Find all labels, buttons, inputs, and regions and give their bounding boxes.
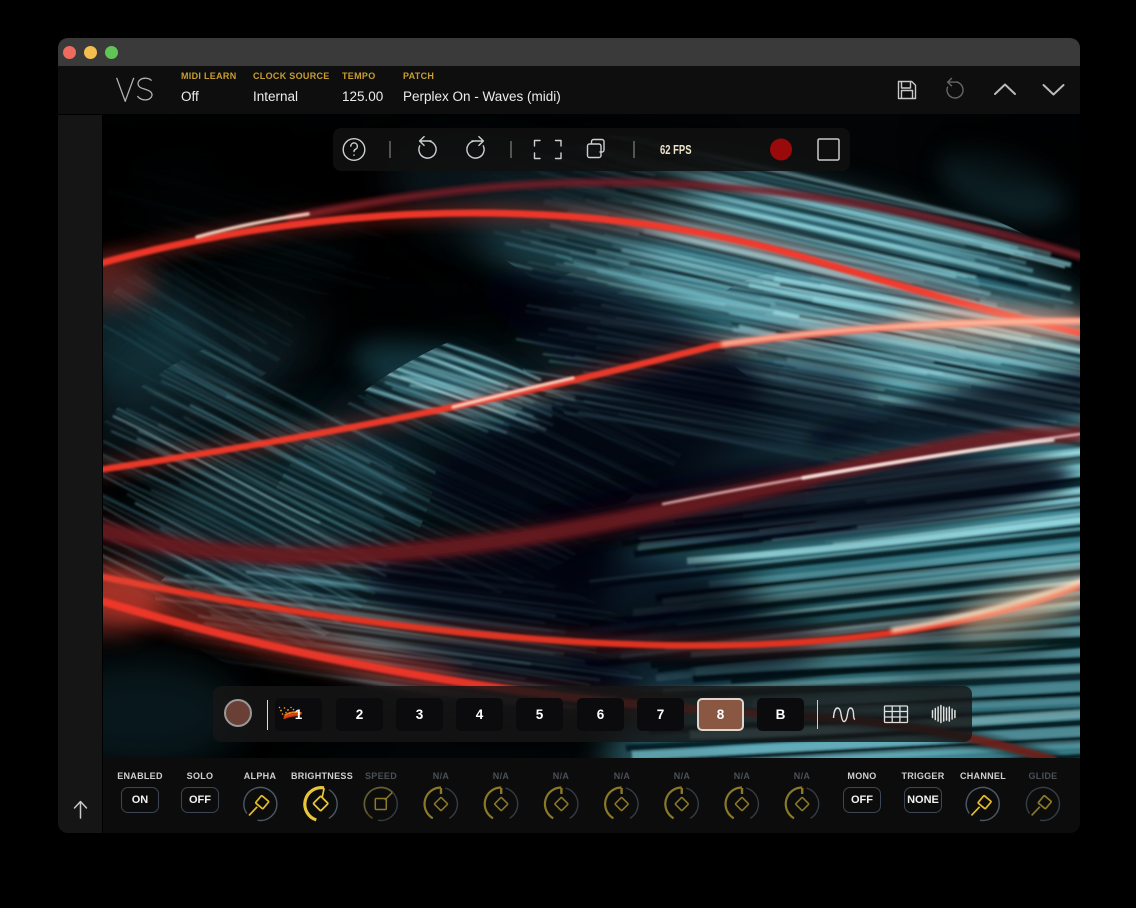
svg-text:62 FPS: 62 FPS xyxy=(660,143,692,157)
